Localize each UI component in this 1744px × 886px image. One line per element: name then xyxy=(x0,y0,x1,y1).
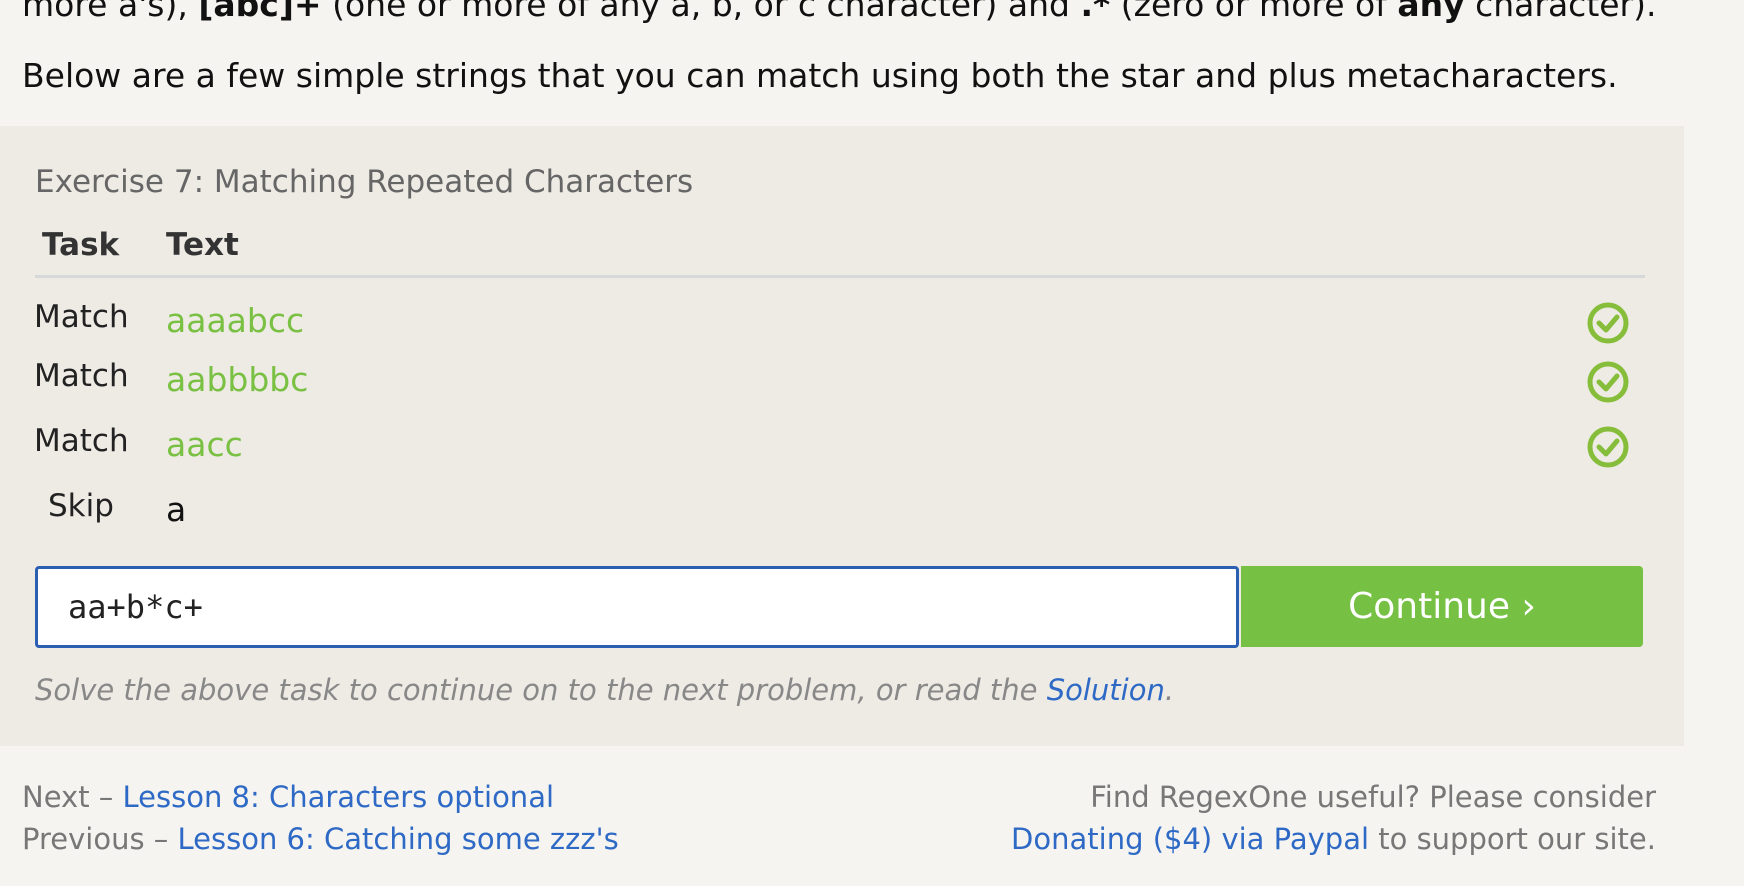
previous-lesson-nav: Previous – Lesson 6: Catching some zzz's xyxy=(22,822,619,856)
intro-text-below: Below are a few simple strings that you … xyxy=(22,56,1618,95)
hint-text: Solve the above task to continue on to t… xyxy=(35,673,1174,707)
donate-prompt: Find RegexOne useful? Please consider xyxy=(1090,780,1656,814)
hint-suffix: . xyxy=(1164,673,1175,707)
intro-fragment: character). xyxy=(1464,0,1657,24)
previous-prefix: Previous – xyxy=(22,822,178,856)
task-label: Match xyxy=(34,423,129,459)
task-label: Skip xyxy=(48,488,114,524)
check-circle-icon xyxy=(1587,302,1629,344)
regex-input[interactable] xyxy=(35,566,1239,648)
task-row: Match aabbbbc xyxy=(0,358,1684,418)
donate-link[interactable]: Donating ($4) via Paypal xyxy=(1011,822,1369,856)
intro-emphasis-any: any xyxy=(1397,0,1465,24)
column-header-text: Text xyxy=(166,227,239,263)
intro-code-dotstar: .* xyxy=(1080,0,1111,24)
column-header-task: Task xyxy=(42,227,120,263)
intro-code-abc: [abc]+ xyxy=(198,0,322,24)
task-text: aaaabcc xyxy=(166,301,305,340)
header-divider xyxy=(35,275,1645,278)
task-row: Match aaaabcc xyxy=(0,299,1684,359)
intro-text-top: more a's), [abc]+ (one or more of any a,… xyxy=(22,0,1657,24)
task-label: Match xyxy=(34,358,129,394)
task-label: Match xyxy=(34,299,129,335)
hint-prefix: Solve the above task to continue on to t… xyxy=(35,673,1047,707)
continue-button[interactable]: Continue › xyxy=(1241,566,1643,647)
donate-suffix: to support our site. xyxy=(1369,822,1656,856)
next-prefix: Next – xyxy=(22,780,123,814)
exercise-title: Exercise 7: Matching Repeated Characters xyxy=(35,164,694,200)
task-row: Skip a xyxy=(0,488,1684,548)
task-text: aabbbbc xyxy=(166,360,309,399)
check-circle-icon xyxy=(1587,426,1629,468)
intro-fragment: more a's), xyxy=(22,0,199,24)
exercise-panel: Exercise 7: Matching Repeated Characters… xyxy=(0,126,1684,746)
next-lesson-nav: Next – Lesson 8: Characters optional xyxy=(22,780,554,814)
check-circle-icon xyxy=(1587,361,1629,403)
task-text: aacc xyxy=(166,425,243,464)
intro-fragment: (one or more of any a, b, or c character… xyxy=(321,0,1081,24)
solution-link[interactable]: Solution xyxy=(1047,673,1165,707)
previous-lesson-link[interactable]: Lesson 6: Catching some zzz's xyxy=(178,822,619,856)
donate-line: Donating ($4) via Paypal to support our … xyxy=(1011,822,1656,856)
task-text: a xyxy=(166,490,187,529)
next-lesson-link[interactable]: Lesson 8: Characters optional xyxy=(123,780,555,814)
intro-fragment: (zero or more of xyxy=(1110,0,1398,24)
task-row: Match aacc xyxy=(0,423,1684,483)
